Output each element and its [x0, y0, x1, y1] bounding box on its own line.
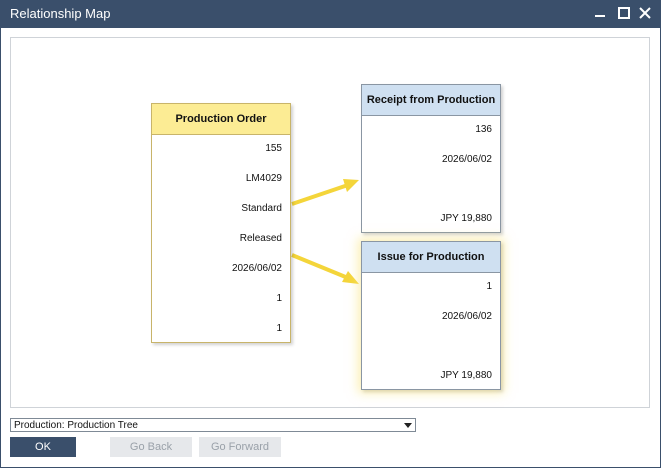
production-order-item: LM4029	[245, 173, 282, 184]
issue-amount: JPY 19,880	[440, 370, 492, 381]
production-order-status: Released	[239, 233, 282, 244]
production-order-field-7: 1	[276, 323, 282, 334]
close-icon[interactable]	[636, 4, 654, 22]
issue-card-title: Issue for Production	[362, 242, 500, 273]
relationship-map-canvas[interactable]	[10, 37, 650, 408]
production-order-card[interactable]: Production Order 155 LM4029 Standard Rel…	[151, 103, 291, 343]
production-order-card-title: Production Order	[152, 104, 290, 135]
view-type-dropdown[interactable]: Production: Production Tree	[10, 418, 416, 432]
production-order-number: 155	[265, 143, 282, 154]
receipt-number: 136	[475, 124, 492, 135]
go-back-button[interactable]: Go Back	[110, 437, 192, 457]
issue-for-production-card[interactable]: Issue for Production 1 2026/06/02 JPY 19…	[361, 241, 501, 390]
title-bar: Relationship Map	[0, 0, 661, 28]
chevron-down-icon[interactable]	[404, 423, 412, 428]
go-forward-button[interactable]: Go Forward	[199, 437, 281, 457]
receipt-date: 2026/06/02	[441, 154, 492, 165]
maximize-icon[interactable]	[614, 4, 632, 22]
ok-button[interactable]: OK	[10, 437, 76, 457]
dropdown-selected-value: Production: Production Tree	[14, 420, 138, 431]
production-order-field-6: 1	[276, 293, 282, 304]
production-order-type: Standard	[241, 203, 282, 214]
issue-number: 1	[486, 281, 492, 292]
window-title: Relationship Map	[10, 6, 111, 21]
production-order-date: 2026/06/02	[231, 263, 282, 274]
receipt-amount: JPY 19,880	[440, 213, 492, 224]
receipt-card-title: Receipt from Production	[362, 85, 500, 116]
receipt-from-production-card[interactable]: Receipt from Production 136 2026/06/02 J…	[361, 84, 501, 233]
issue-date: 2026/06/02	[441, 311, 492, 322]
minimize-icon[interactable]	[591, 4, 609, 22]
